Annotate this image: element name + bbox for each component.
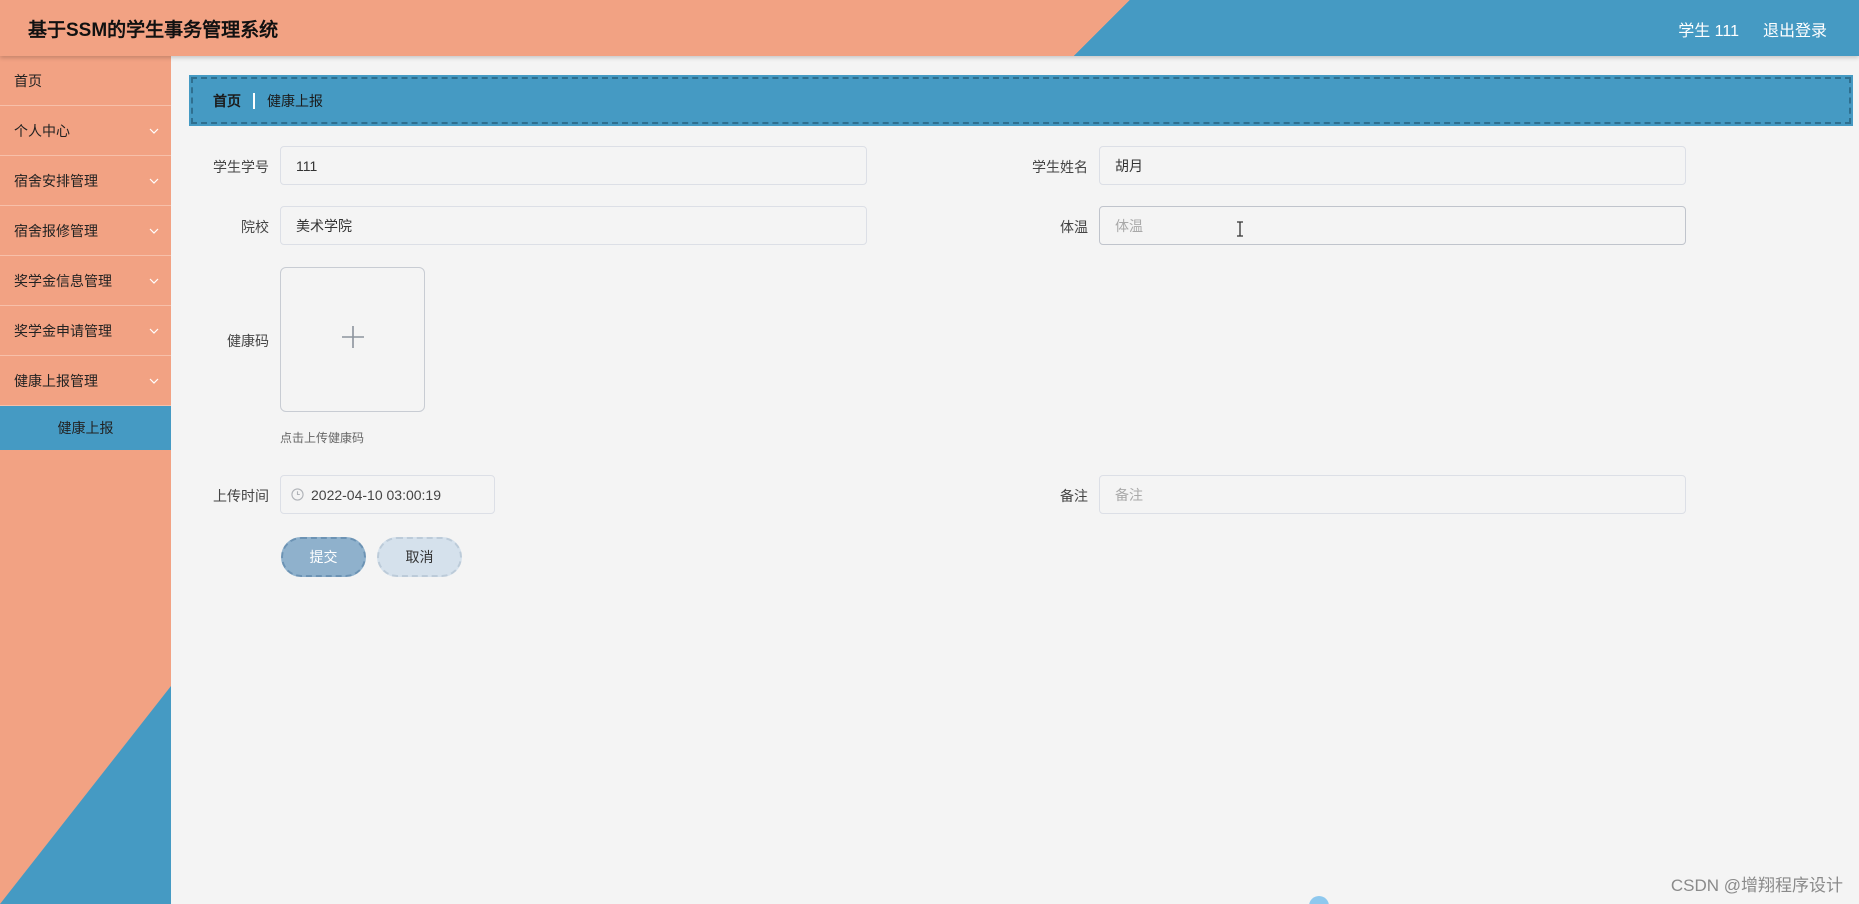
sidebar-item-label: 首页 [14, 73, 42, 89]
temperature-label: 体温 [1060, 219, 1088, 235]
health-code-label: 健康码 [227, 333, 269, 349]
upload-time-value: 2022-04-10 03:00:19 [311, 486, 441, 503]
college-input[interactable] [280, 206, 867, 245]
sidebar-item-health-report-management[interactable]: 健康上报管理 [0, 356, 171, 406]
chevron-down-icon [147, 206, 161, 256]
breadcrumb-separator [253, 92, 255, 109]
app-title: 基于SSM的学生事务管理系统 [28, 20, 279, 41]
sidebar-item-label: 健康上报管理 [14, 373, 98, 389]
upload-tip: 点击上传健康码 [280, 431, 365, 445]
submit-button[interactable]: 提交 [281, 537, 366, 577]
chevron-down-icon [147, 256, 161, 306]
sidebar-item-scholarship-application[interactable]: 奖学金申请管理 [0, 306, 171, 356]
student-id-label: 学生学号 [213, 159, 269, 175]
sidebar-decoration [0, 686, 171, 904]
student-name-label: 学生姓名 [1032, 159, 1088, 175]
sidebar-item-label: 宿舍报修管理 [14, 223, 98, 239]
plus-icon [340, 324, 366, 355]
temperature-input[interactable] [1099, 206, 1686, 245]
sidebar-item-label: 奖学金信息管理 [14, 273, 112, 289]
health-code-upload[interactable] [280, 267, 425, 412]
clock-icon [291, 488, 304, 501]
sidebar-item-label: 奖学金申请管理 [14, 323, 112, 339]
upload-time-label: 上传时间 [213, 488, 269, 504]
top-header: 基于SSM的学生事务管理系统 学生 111 退出登录 [0, 0, 1859, 56]
header-user-area: 学生 111 退出登录 [1678, 17, 1827, 41]
college-label: 院校 [241, 219, 269, 235]
sidebar-item-dorm-repair[interactable]: 宿舍报修管理 [0, 206, 171, 256]
remark-label: 备注 [1060, 488, 1088, 504]
text-cursor-icon [1236, 221, 1244, 242]
chevron-down-icon [147, 356, 161, 406]
student-id-input[interactable] [280, 146, 867, 185]
sidebar-subitem-health-report[interactable]: 健康上报 [0, 406, 171, 450]
watermark: CSDN @增翔程序设计 [1670, 876, 1843, 895]
student-name-input[interactable] [1099, 146, 1686, 185]
sidebar-item-scholarship-info[interactable]: 奖学金信息管理 [0, 256, 171, 306]
breadcrumb-home[interactable]: 首页 [213, 91, 241, 111]
sidebar-item-dorm-arrangement[interactable]: 宿舍安排管理 [0, 156, 171, 206]
sidebar: 首页 个人中心 宿舍安排管理 宿舍报修管理 奖学金信息管理 奖学金申请管理 健康… [0, 56, 171, 904]
sidebar-item-label: 个人中心 [14, 123, 70, 139]
breadcrumb-current: 健康上报 [267, 92, 323, 109]
current-user-label: 学生 111 [1678, 23, 1739, 40]
logout-link[interactable]: 退出登录 [1763, 17, 1827, 41]
remark-input[interactable] [1099, 475, 1686, 514]
sidebar-item-home[interactable]: 首页 [0, 56, 171, 106]
sidebar-item-label: 宿舍安排管理 [14, 173, 98, 189]
chevron-down-icon [147, 106, 161, 156]
upload-time-picker[interactable]: 2022-04-10 03:00:19 [280, 475, 495, 514]
sidebar-item-personal-center[interactable]: 个人中心 [0, 106, 171, 156]
chevron-down-icon [147, 156, 161, 206]
scroll-indicator [1309, 896, 1329, 904]
chevron-down-icon [147, 306, 161, 356]
breadcrumb: 首页 健康上报 [189, 75, 1853, 126]
cancel-button[interactable]: 取消 [377, 537, 462, 577]
